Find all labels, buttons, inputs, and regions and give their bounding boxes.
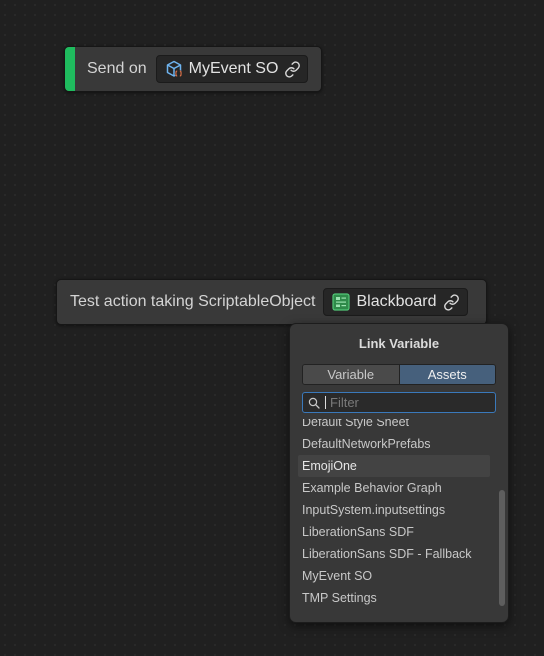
scriptable-object-icon xyxy=(166,60,182,78)
list-scrollbar[interactable] xyxy=(499,422,505,608)
link-variable-popup: Link Variable Variable Assets Default St… xyxy=(289,323,509,623)
node-label: Test action taking ScriptableObject xyxy=(70,293,316,310)
list-item[interactable]: DefaultNetworkPrefabs xyxy=(298,433,490,455)
list-item[interactable]: LiberationSans SDF - Fallback xyxy=(298,543,490,565)
tab-assets[interactable]: Assets xyxy=(398,365,495,384)
popup-tabs: Variable Assets xyxy=(302,364,496,385)
scrollbar-thumb[interactable] xyxy=(499,490,505,606)
filter-field[interactable] xyxy=(302,392,496,413)
blackboard-icon xyxy=(332,293,351,311)
node-label: Send on xyxy=(87,60,147,77)
list-item[interactable]: Default Style Sheet xyxy=(298,419,490,433)
list-item[interactable]: TMP Settings xyxy=(298,587,490,605)
search-icon xyxy=(308,397,320,409)
link-icon[interactable] xyxy=(284,60,301,78)
variable-name: MyEvent SO xyxy=(188,60,279,77)
list-item[interactable]: LiberationSans SDF xyxy=(298,521,490,543)
tab-variable[interactable]: Variable xyxy=(303,365,399,384)
variable-field[interactable]: MyEvent SO xyxy=(155,55,308,83)
link-icon[interactable] xyxy=(443,293,460,311)
list-item[interactable]: InputSystem.inputsettings xyxy=(298,499,490,521)
filter-input[interactable] xyxy=(326,395,495,410)
variable-name: Blackboard xyxy=(356,293,437,310)
test-action-node[interactable]: Test action taking ScriptableObject Blac… xyxy=(56,279,487,325)
node-accent-bar xyxy=(65,47,75,91)
list-item[interactable]: Example Behavior Graph xyxy=(298,477,490,499)
send-event-node[interactable]: Send on MyEvent SO xyxy=(64,46,322,92)
list-item[interactable]: MyEvent SO xyxy=(298,565,490,587)
list-item[interactable]: EmojiOne xyxy=(298,455,490,477)
asset-list: Default Style Sheet DefaultNetworkPrefab… xyxy=(298,419,490,605)
variable-field[interactable]: Blackboard xyxy=(323,288,469,316)
popup-title: Link Variable xyxy=(358,336,440,351)
